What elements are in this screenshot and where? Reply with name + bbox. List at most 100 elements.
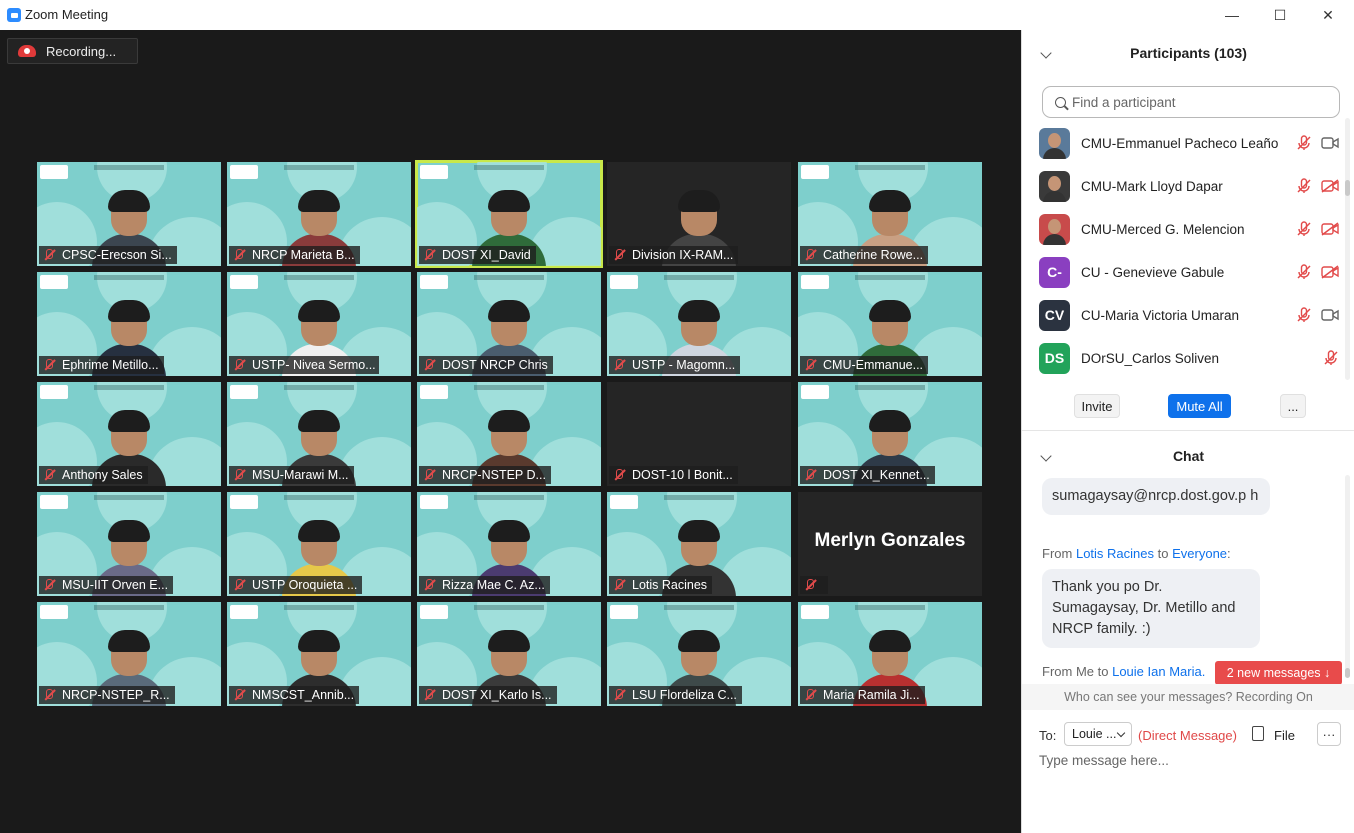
chat-from-prefix: From Me to xyxy=(1042,664,1109,679)
participants-header: Participants (103) xyxy=(1022,40,1354,66)
video-tile[interactable]: Catherine Rowe... xyxy=(798,162,982,266)
video-tile[interactable]: NRCP-NSTEP_R... xyxy=(37,602,221,706)
participant-row[interactable]: C- CU - Genevieve Gabule xyxy=(1039,256,1339,288)
mic-muted-icon xyxy=(422,469,436,481)
recipient-select[interactable]: Louie ... xyxy=(1064,722,1132,746)
video-tile[interactable]: MSU-Marawi M... xyxy=(227,382,411,486)
video-tile[interactable]: NRCP Marieta B... xyxy=(227,162,411,266)
participant-nametag: DOST XI_Karlo Is... xyxy=(419,686,557,704)
chat-recipient[interactable]: Everyone xyxy=(1172,546,1227,561)
recording-indicator[interactable]: Recording... xyxy=(7,38,138,64)
video-tile[interactable]: USTP - Magomn... xyxy=(607,272,791,376)
participant-name: MSU-Marawi M... xyxy=(252,468,349,482)
participant-hair xyxy=(298,300,340,322)
video-tile[interactable]: Maria Ramila Ji... xyxy=(798,602,982,706)
video-tile[interactable]: LSU Flordeliza C... xyxy=(607,602,791,706)
video-off-icon[interactable] xyxy=(1321,265,1339,279)
participant-search[interactable] xyxy=(1042,86,1340,118)
mic-muted-icon[interactable] xyxy=(1296,178,1312,194)
video-tile[interactable]: Division IX-RAM... xyxy=(607,162,791,266)
video-tile[interactable]: DOST-10 l Bonit... xyxy=(607,382,791,486)
mic-muted-icon xyxy=(232,689,246,701)
video-on-icon[interactable] xyxy=(1321,136,1339,150)
participant-name: DOST XI_Kennet... xyxy=(823,468,930,482)
video-off-icon[interactable] xyxy=(1321,179,1339,193)
recording-label: Recording... xyxy=(46,43,117,59)
chat-from-prefix: From xyxy=(1042,546,1073,561)
conference-logo-icon xyxy=(230,605,258,619)
file-button[interactable]: File xyxy=(1274,728,1295,743)
participants-more-button[interactable]: ... xyxy=(1280,394,1306,418)
participant-row[interactable]: CMU-Mark Lloyd Dapar xyxy=(1039,170,1339,202)
mic-muted-icon[interactable] xyxy=(1323,350,1339,366)
avatar xyxy=(1039,213,1070,245)
conference-banner xyxy=(855,385,925,390)
conference-banner xyxy=(474,165,544,170)
participant-nametag: USTP - Magomn... xyxy=(609,356,741,374)
video-tile[interactable]: DOST NRCP Chris xyxy=(417,272,601,376)
participant-list-name: CMU-Emmanuel Pacheco Leaño xyxy=(1081,135,1279,151)
chat-more-button[interactable]: ··· xyxy=(1317,722,1341,746)
video-on-icon[interactable] xyxy=(1321,308,1339,322)
chat-scrollbar-track[interactable] xyxy=(1345,475,1350,675)
minimize-button[interactable]: — xyxy=(1212,4,1252,26)
participant-scrollbar-track[interactable] xyxy=(1345,118,1350,380)
video-tile[interactable]: MSU-IIT Orven E... xyxy=(37,492,221,596)
conference-banner xyxy=(94,165,164,170)
maximize-button[interactable]: ☐ xyxy=(1260,4,1300,26)
video-tile[interactable]: DOST XI_David xyxy=(415,160,603,268)
participant-hair xyxy=(678,300,720,322)
mic-muted-icon[interactable] xyxy=(1296,221,1312,237)
participant-nametag: Ephrime Metillo... xyxy=(39,356,164,374)
video-tile[interactable]: Ephrime Metillo... xyxy=(37,272,221,376)
participant-hair xyxy=(298,190,340,212)
video-tile[interactable]: Rizza Mae C. Az... xyxy=(417,492,601,596)
participant-hair xyxy=(488,190,530,212)
chat-recipient[interactable]: Louie Ian Maria. xyxy=(1112,664,1205,679)
participant-name: USTP - Magomn... xyxy=(632,358,736,372)
participant-hair xyxy=(298,410,340,432)
conference-logo-icon xyxy=(610,495,638,509)
participant-row[interactable]: CMU-Emmanuel Pacheco Leaño xyxy=(1039,127,1339,159)
participant-name: NRCP-NSTEP D... xyxy=(442,468,546,482)
title-bar: Zoom Meeting — ☐ ✕ xyxy=(0,0,1354,30)
file-icon[interactable] xyxy=(1252,726,1264,741)
chat-message-input[interactable] xyxy=(1039,753,1339,768)
video-tile[interactable]: USTP Oroquieta ... xyxy=(227,492,411,596)
participant-row[interactable]: CMU-Merced G. Melencion xyxy=(1039,213,1339,245)
video-tile[interactable]: CMU-Emmanue... xyxy=(798,272,982,376)
participant-scrollbar-thumb[interactable] xyxy=(1345,180,1350,196)
video-tile[interactable]: Merlyn Gonzales xyxy=(798,492,982,596)
video-tile[interactable]: Anthony Sales xyxy=(37,382,221,486)
chat-sender-line: From Me to Louie Ian Maria. xyxy=(1042,664,1205,679)
participant-search-input[interactable] xyxy=(1072,94,1322,110)
chat-sender[interactable]: Lotis Racines xyxy=(1076,546,1154,561)
video-tile[interactable]: NRCP-NSTEP D... xyxy=(417,382,601,486)
video-tile[interactable]: CPSC-Erecson Si... xyxy=(37,162,221,266)
invite-button[interactable]: Invite xyxy=(1074,394,1120,418)
message-visibility-notice[interactable]: Who can see your messages? Recording On xyxy=(1022,684,1354,710)
chat-scrollbar-thumb[interactable] xyxy=(1345,668,1350,678)
participant-name: NRCP-NSTEP_R... xyxy=(62,688,170,702)
participant-name: Lotis Racines xyxy=(632,578,708,592)
mic-muted-icon[interactable] xyxy=(1296,135,1312,151)
video-tile[interactable]: DOST XI_Kennet... xyxy=(798,382,982,486)
participant-row[interactable]: CV CU-Maria Victoria Umaran xyxy=(1039,299,1339,331)
video-tile[interactable]: DOST XI_Karlo Is... xyxy=(417,602,601,706)
video-off-icon[interactable] xyxy=(1321,222,1339,236)
video-tile[interactable]: NMSCST_Annib... xyxy=(227,602,411,706)
mic-muted-icon xyxy=(42,249,56,261)
close-button[interactable]: ✕ xyxy=(1308,4,1348,26)
participant-nametag: DOST XI_David xyxy=(419,246,536,264)
video-tile[interactable]: USTP- Nivea Sermo... xyxy=(227,272,411,376)
participant-nametag: USTP- Nivea Sermo... xyxy=(229,356,379,374)
video-tile[interactable]: Lotis Racines xyxy=(607,492,791,596)
mic-muted-icon[interactable] xyxy=(1296,264,1312,280)
new-messages-button[interactable]: 2 new messages ↓ xyxy=(1215,661,1342,685)
mute-all-button[interactable]: Mute All xyxy=(1168,394,1231,418)
participant-row[interactable]: DS DOrSU_Carlos Soliven xyxy=(1039,342,1339,374)
chat-sender-line: From Lotis Racines to Everyone: xyxy=(1042,546,1231,561)
participant-list-name: CU-Maria Victoria Umaran xyxy=(1081,307,1240,323)
visibility-text: Who can see your messages? Recording On xyxy=(1064,690,1313,704)
mic-muted-icon[interactable] xyxy=(1296,307,1312,323)
